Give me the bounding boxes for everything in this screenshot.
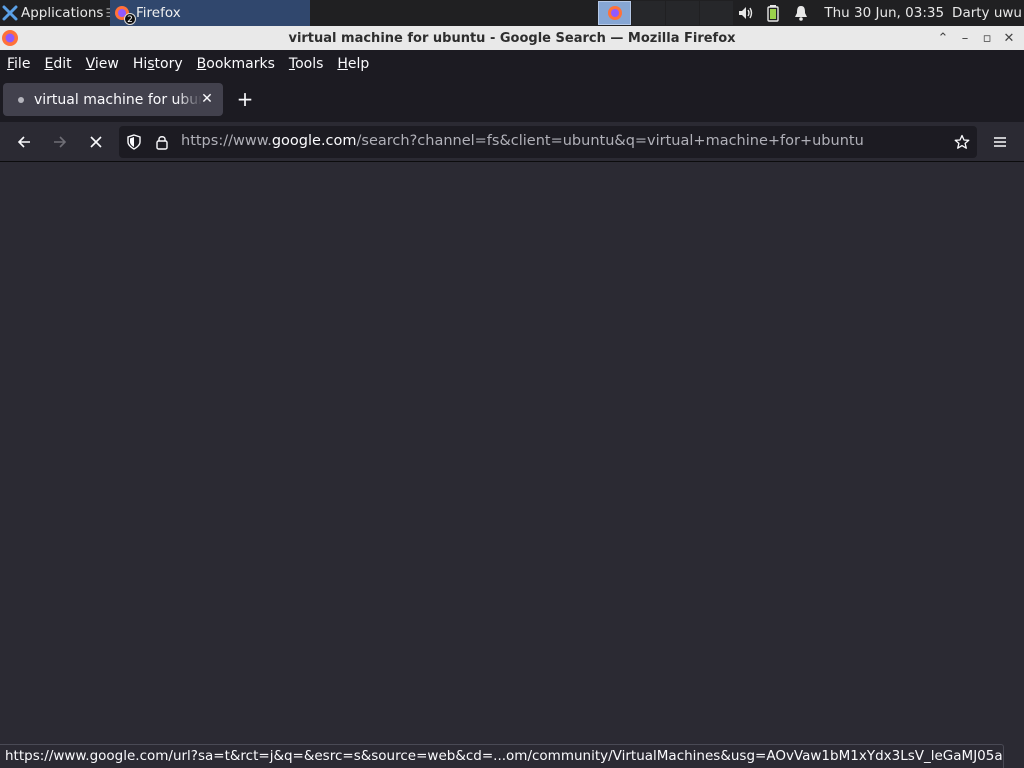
battery-icon[interactable] [764,4,782,22]
app-menu-icon[interactable] [988,130,1012,154]
window-controls: ⌃ – ▫ ✕ [932,26,1020,50]
tab-loading-icon [18,96,24,103]
clock[interactable]: Thu 30 Jun, 03:35 [824,5,944,21]
back-icon[interactable] [12,130,36,154]
window-title: virtual machine for ubuntu - Google Sear… [288,30,736,46]
firefox-icon [607,6,622,20]
close-window-icon[interactable]: ✕ [998,31,1020,46]
status-link-preview: https://www.google.com/url?sa=t&rct=j&q=… [0,744,1004,768]
menu-bookmarks[interactable]: Bookmarks [197,56,275,72]
new-tab-icon[interactable]: + [235,89,255,109]
menu-help[interactable]: Help [337,56,369,72]
menu-view[interactable]: View [86,56,119,72]
tab-strip: virtual machine for ubuntu - Google Sear… [0,78,1024,122]
menu-tools[interactable]: Tools [289,56,324,72]
menu-edit[interactable]: Edit [44,56,71,72]
top-panel: Applications ☰ 2 Firefox [0,0,1024,26]
tab-close-icon[interactable]: ✕ [199,91,215,107]
firefox-icon: 2 [114,5,136,25]
lock-icon[interactable] [154,134,170,150]
taskbar-firefox-button[interactable]: 2 Firefox [110,0,310,26]
bookmark-star-icon[interactable] [954,134,970,150]
navigation-toolbar: https://www.google.com/search?channel=fs… [0,122,1024,162]
workspace-1[interactable] [598,1,631,25]
workspace-4[interactable] [700,1,733,25]
workspace-3[interactable] [666,1,699,25]
forward-icon[interactable] [48,130,72,154]
window-count-badge: 2 [124,13,136,25]
system-tray: Thu 30 Jun, 03:35 Darty uwu [731,0,1024,26]
tracking-protection-shield-icon[interactable] [126,134,142,150]
applications-label: Applications [21,5,104,21]
page-content[interactable] [0,163,1024,768]
taskbar-firefox-label: Firefox [136,5,181,21]
minimize-window-icon[interactable]: – [954,31,976,46]
workspace-2[interactable] [632,1,665,25]
notification-bell-icon[interactable] [792,4,810,22]
shade-window-icon[interactable]: ⌃ [932,31,954,46]
menu-bar: File Edit View History Bookmarks Tools H… [0,50,1024,78]
menu-file[interactable]: File [7,56,30,72]
maximize-window-icon[interactable]: ▫ [976,31,998,46]
address-bar[interactable]: https://www.google.com/search?channel=fs… [119,126,977,158]
stop-loading-icon[interactable] [84,130,108,154]
tab-title: virtual machine for ubuntu - Google Sear… [34,91,202,108]
applications-menu-button[interactable]: Applications ☰ [0,0,120,26]
window-titlebar[interactable]: virtual machine for ubuntu - Google Sear… [0,26,1024,50]
volume-icon[interactable] [736,4,754,22]
xfce-logo-icon [2,5,18,21]
url-text[interactable]: https://www.google.com/search?channel=fs… [181,133,864,149]
user-menu[interactable]: Darty uwu [952,5,1022,21]
menu-history[interactable]: History [133,56,183,72]
tab-google-search[interactable]: virtual machine for ubuntu - Google Sear… [3,83,223,116]
